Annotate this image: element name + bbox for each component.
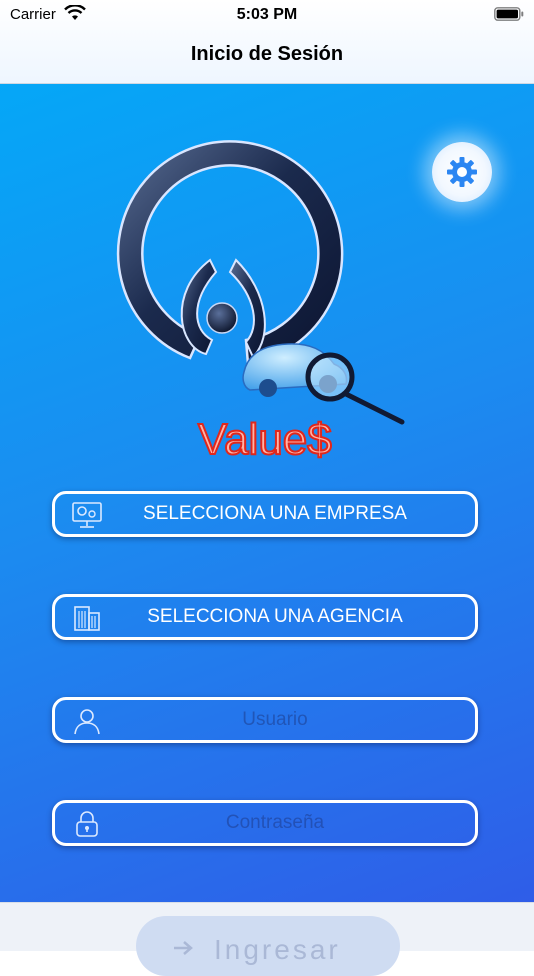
password-input[interactable]: Contraseña [115,803,475,843]
select-agency-label: SELECCIONA UNA AGENCIA [147,606,403,627]
select-agency-button[interactable]: SELECCIONA UNA AGENCIA [52,594,478,640]
settings-button[interactable] [432,142,492,202]
gear-icon [447,157,477,187]
select-company-button[interactable]: SELECCIONA UNA EMPRESA [52,491,478,537]
login-label: Ingresar [214,934,341,965]
user-icon [74,709,100,735]
building-icon [74,606,100,631]
clock: 5:03 PM [236,6,298,23]
monitor-gear-icon [72,502,102,528]
lock-icon [76,811,98,837]
select-company-label: SELECCIONA UNA EMPRESA [143,503,407,524]
arrow-right-icon [174,941,193,955]
logo-text: Value$ [198,415,332,464]
battery-icon [494,7,524,21]
username-input[interactable]: Usuario [115,700,475,740]
login-panel: Value$ SELECCIONA UNA EMPRESA SELECCIONA… [0,84,534,902]
app-logo: Value$ [116,140,405,465]
username-field[interactable]: Usuario [52,697,478,743]
top-bar: Carrier 5:03 PM Inicio de Sesión [0,0,534,84]
page-title: Inicio de Sesión [190,43,344,65]
password-field[interactable]: Contraseña [52,800,478,846]
login-button[interactable]: Ingresar [136,916,400,976]
status-bar: Carrier 5:03 PM [0,0,534,30]
